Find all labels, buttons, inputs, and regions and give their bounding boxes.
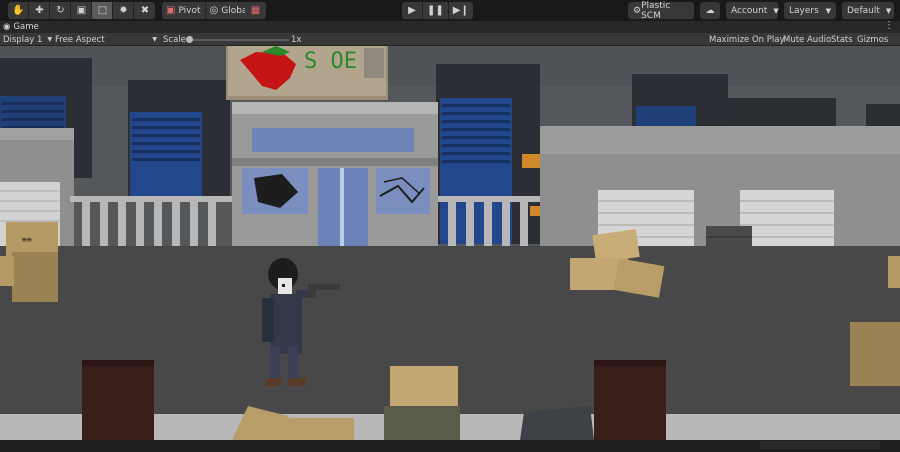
dumpster-left xyxy=(82,360,154,440)
scale-value: 1x xyxy=(291,34,302,45)
dumpster-right xyxy=(594,360,666,440)
chevron-down-icon: ▼ xyxy=(885,6,892,15)
grid-snap-icon[interactable]: ▦ xyxy=(245,2,266,19)
aspect-dropdown[interactable]: Free Aspect ▼ xyxy=(55,33,157,46)
plastic-icon: ⚙ xyxy=(633,5,642,16)
mute-audio-toggle[interactable]: Mute Audio xyxy=(783,33,831,46)
chevron-down-icon: ▼ xyxy=(773,6,779,15)
billboard: S OE xyxy=(226,46,388,100)
tab-bar: ◉ Game ⋮ xyxy=(0,20,900,33)
gamepad-icon: ◉ xyxy=(3,22,11,32)
hand-tool-icon[interactable]: ✋ xyxy=(8,2,30,19)
plastic-scm-button[interactable]: ⚙ Plastic SCM xyxy=(628,1,694,21)
pivot-toggle[interactable]: ▣ Pivot xyxy=(162,2,206,19)
layout-dropdown[interactable]: Default ▼ xyxy=(842,2,894,19)
pause-button[interactable]: ❚❚ xyxy=(423,2,449,19)
wooden-crate xyxy=(850,322,900,386)
rect-tool-icon[interactable]: □ xyxy=(92,2,114,19)
cardboard-box xyxy=(390,366,458,410)
game-viewport[interactable]: S OE ≡≡ xyxy=(0,46,900,440)
scrollbar[interactable] xyxy=(760,441,880,449)
store-building xyxy=(232,102,438,248)
svg-text:≡≡: ≡≡ xyxy=(22,235,32,244)
rotate-tool-icon[interactable]: ↻ xyxy=(50,2,72,19)
cloud-icon: ☁ xyxy=(705,5,715,16)
cloud-button[interactable]: ☁ xyxy=(700,2,720,19)
main-toolbar: ✋ ✚ ↻ ▣ □ ✹ ✖ ▣ Pivot ◎ Global ▦ ▶ ❚❚ ▶❙… xyxy=(0,0,900,21)
transform-tools: ✋ ✚ ↻ ▣ □ ✹ ✖ xyxy=(8,2,156,19)
play-controls: ▶ ❚❚ ▶❙ xyxy=(402,2,473,19)
lit-window xyxy=(522,154,542,168)
bottom-strip xyxy=(0,440,900,452)
scale-slider-track[interactable] xyxy=(189,39,289,41)
scale-tool-icon[interactable]: ▣ xyxy=(71,2,93,19)
gizmos-dropdown[interactable]: Gizmos xyxy=(857,33,888,46)
pivot-icon: ▣ xyxy=(166,5,176,16)
custom-tool-icon[interactable]: ✖ xyxy=(134,2,156,19)
game-view-toolbar: Display 1 ▼ Free Aspect ▼ Scale 1x Maxim… xyxy=(0,33,900,46)
far-building-center-left xyxy=(128,80,230,202)
play-button[interactable]: ▶ xyxy=(402,2,423,19)
scale-label: Scale xyxy=(163,34,186,45)
tab-game[interactable]: ◉ Game xyxy=(3,21,39,33)
chevron-down-icon: ▼ xyxy=(47,36,53,43)
display-dropdown[interactable]: Display 1 ▼ xyxy=(3,33,52,46)
step-button[interactable]: ▶❙ xyxy=(448,2,473,19)
globe-icon: ◎ xyxy=(209,5,219,16)
chevron-down-icon: ▼ xyxy=(825,6,831,15)
more-options-icon[interactable]: ⋮ xyxy=(884,20,894,31)
maximize-on-play-toggle[interactable]: Maximize On Play xyxy=(709,33,784,46)
transform-tool-icon[interactable]: ✹ xyxy=(113,2,135,19)
handle-toggles: ▣ Pivot ◎ Global xyxy=(162,2,254,19)
stats-toggle[interactable]: Stats xyxy=(831,33,853,46)
chevron-down-icon: ▼ xyxy=(152,36,157,43)
move-tool-icon[interactable]: ✚ xyxy=(29,2,51,19)
svg-text:S OE: S OE xyxy=(304,49,357,74)
layers-dropdown[interactable]: Layers ▼ xyxy=(784,2,836,19)
snap-group: ▦ xyxy=(245,2,266,19)
account-dropdown[interactable]: Account ▼ xyxy=(726,2,779,19)
scale-slider-handle[interactable] xyxy=(186,36,193,43)
game-scene-render: S OE ≡≡ xyxy=(0,46,900,440)
